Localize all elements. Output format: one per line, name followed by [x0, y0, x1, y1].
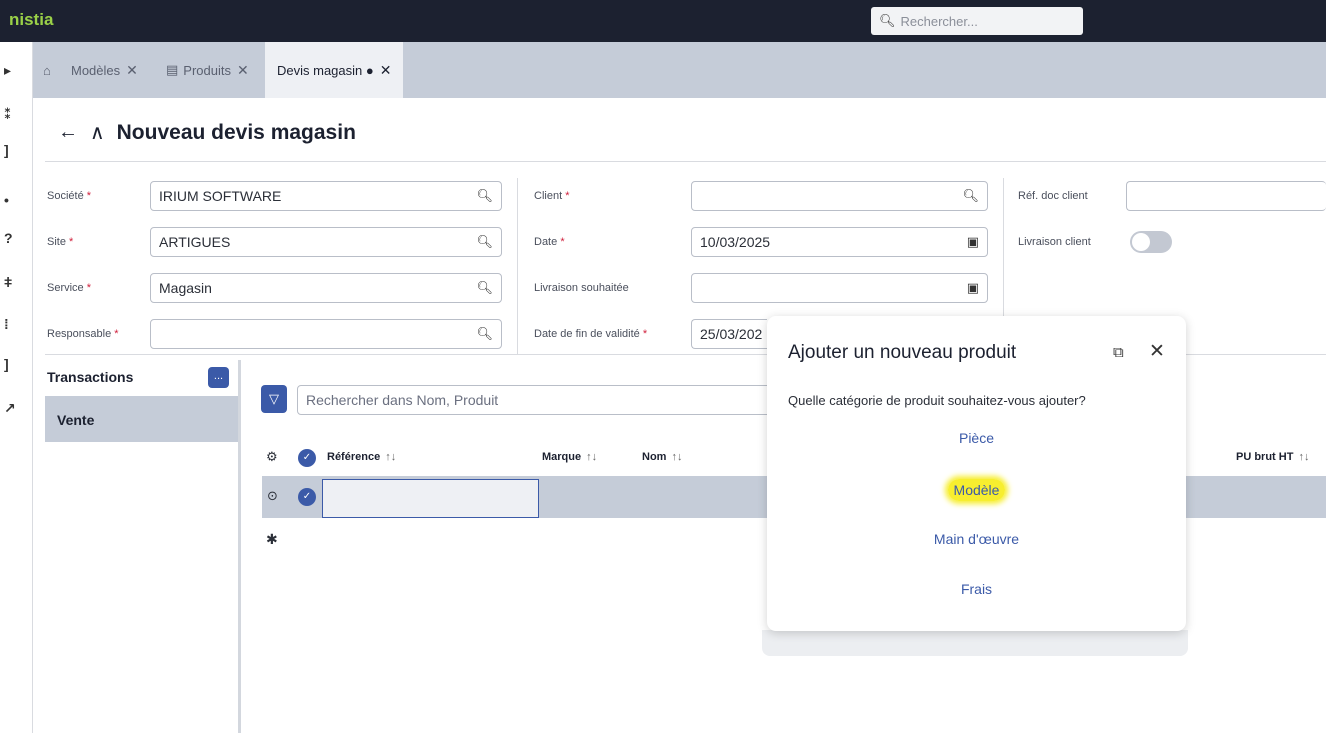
calendar-icon[interactable]: ▣ [967, 280, 979, 296]
site-label: Site * [47, 236, 74, 248]
search-icon[interactable]: 🔍︎ [476, 326, 493, 342]
column-header-marque[interactable]: Marque ↑↓ [542, 451, 597, 463]
search-icon: 🔍︎ [879, 13, 896, 28]
rail-pin-icon[interactable]: • [4, 192, 9, 208]
tab-devis-magasin-label: Devis magasin ● [277, 62, 374, 78]
app-brand[interactable]: nistia [9, 10, 53, 30]
ref-doc-client-label: Réf. doc client [1018, 190, 1088, 202]
date-label: Date * [534, 236, 565, 248]
site-value: ARTIGUES [159, 234, 231, 250]
restore-window-icon[interactable]: ⧉ [1113, 344, 1124, 361]
collapse-chevron-icon[interactable]: ∧ [90, 120, 105, 145]
option-frais[interactable]: Frais [767, 581, 1186, 597]
sort-icon: ↑↓ [586, 451, 598, 463]
dialog-title: Ajouter un nouveau produit [788, 342, 1017, 363]
tab-modeles-label: Modèles [71, 62, 121, 78]
back-arrow-icon[interactable]: ← [58, 121, 78, 144]
transaction-item-vente[interactable]: Vente [45, 396, 239, 442]
close-icon[interactable]: ✕ [126, 62, 138, 79]
livraison-client-toggle[interactable] [1130, 231, 1172, 253]
sort-icon: ↑↓ [385, 451, 397, 463]
client-label: Client * [534, 190, 570, 202]
societe-field[interactable]: IRIUM SOFTWARE 🔍︎ [150, 181, 502, 211]
societe-value: IRIUM SOFTWARE [159, 188, 282, 204]
page-header: ← ∧ Nouveau devis magasin [58, 120, 356, 145]
sort-icon: ↑↓ [671, 451, 683, 463]
ref-doc-client-field[interactable] [1126, 181, 1326, 211]
option-piece[interactable]: Pièce [767, 430, 1186, 446]
site-field[interactable]: ARTIGUES 🔍︎ [150, 227, 502, 257]
rail-stock-icon[interactable]: ǂ [4, 274, 12, 290]
rail-tools-icon[interactable]: ⁞ [4, 316, 9, 332]
service-field[interactable]: Magasin 🔍︎ [150, 273, 502, 303]
close-icon[interactable]: ✕ [237, 62, 249, 79]
row-checkbox[interactable]: ✓ [298, 488, 316, 506]
date-fin-validite-value: 25/03/202 [700, 326, 763, 342]
rail-users-icon[interactable]: ⁑ [4, 106, 11, 123]
reference-cell-editor[interactable] [322, 479, 539, 518]
dialog-question: Quelle catégorie de produit souhaitez-vo… [788, 393, 1086, 408]
panel-splitter[interactable] [238, 360, 241, 733]
column-header-nom[interactable]: Nom ↑↓ [642, 451, 682, 463]
archive-icon: ▤ [166, 62, 179, 77]
column-header-reference[interactable]: Référence ↑↓ [327, 451, 396, 463]
global-search[interactable]: 🔍︎ Rechercher... [871, 7, 1083, 35]
rail-expand-icon[interactable]: ▸ [4, 62, 11, 79]
livraison-souhaitee-field[interactable]: ▣ [691, 273, 988, 303]
transactions-title: Transactions [47, 369, 134, 385]
date-field[interactable]: 10/03/2025 ▣ [691, 227, 988, 257]
tab-produits[interactable]: ▤ Produits ✕ [166, 42, 249, 98]
service-label: Service * [47, 282, 92, 294]
search-icon[interactable]: 🔍︎ [962, 188, 979, 204]
societe-label: Société * [47, 190, 92, 202]
home-icon: ⌂ [43, 62, 51, 78]
column-header-pu-brut-ht[interactable]: PU brut HT ↑↓ [1236, 451, 1309, 463]
divider [45, 161, 1326, 162]
date-value: 10/03/2025 [700, 234, 771, 250]
column-divider [517, 178, 518, 354]
transactions-more-button[interactable]: ... [208, 367, 229, 388]
date-fin-validite-label: Date de fin de validité * [534, 328, 648, 340]
close-icon[interactable]: ✕ [380, 62, 392, 79]
tab-bar: ⌂ Modèles ✕ ▤ Produits ✕ Devis magasin ●… [33, 42, 1326, 98]
responsable-label: Responsable * [47, 328, 119, 340]
livraison-client-label: Livraison client [1018, 236, 1091, 248]
option-main-oeuvre[interactable]: Main d'œuvre [767, 531, 1186, 547]
calendar-icon[interactable]: ▣ [967, 234, 979, 250]
dialog-backdrop-shadow [762, 630, 1188, 656]
filter-button[interactable]: ▽ [261, 385, 287, 413]
row-expand-icon[interactable]: ⊙ [267, 488, 278, 504]
tab-home[interactable]: ⌂ [43, 42, 51, 98]
rail-help-icon[interactable]: ? [4, 230, 13, 246]
tab-devis-magasin[interactable]: Devis magasin ● ✕ [265, 42, 404, 98]
add-product-dialog: Ajouter un nouveau produit ⧉ ✕ Quelle ca… [767, 316, 1186, 631]
close-icon[interactable]: ✕ [1149, 340, 1165, 363]
tab-produits-label: Produits [183, 62, 231, 78]
rail-file-icon[interactable]: ] [4, 356, 9, 372]
grid-search-input[interactable]: Rechercher dans Nom, Produit [297, 385, 777, 415]
settings-gear-icon[interactable]: ⚙ [266, 449, 278, 465]
option-modele[interactable]: Modèle [767, 479, 1186, 501]
rail-export-icon[interactable]: ↗ [4, 400, 16, 417]
filter-icon: ▽ [269, 391, 279, 406]
top-bar: nistia 🔍︎ Rechercher... [0, 0, 1326, 42]
search-icon[interactable]: 🔍︎ [476, 280, 493, 296]
global-search-placeholder: Rechercher... [900, 13, 978, 29]
left-icon-rail: ▸ ⁑ ] • ? ǂ ⁞ ] ↗ [0, 42, 33, 733]
responsable-field[interactable]: 🔍︎ [150, 319, 502, 349]
select-all-checkbox[interactable]: ✓ [298, 449, 316, 467]
service-value: Magasin [159, 280, 212, 296]
date-fin-validite-field[interactable]: 25/03/202 [691, 319, 767, 349]
search-icon[interactable]: 🔍︎ [476, 188, 493, 204]
new-row-marker: ✱ [266, 531, 278, 547]
page-title: Nouveau devis magasin [116, 120, 356, 144]
livraison-souhaitee-label: Livraison souhaitée [534, 282, 629, 294]
tab-modeles[interactable]: Modèles ✕ [71, 42, 138, 98]
rail-document-icon[interactable]: ] [4, 142, 9, 158]
sort-icon: ↑↓ [1298, 451, 1310, 463]
client-field[interactable]: 🔍︎ [691, 181, 988, 211]
search-icon[interactable]: 🔍︎ [476, 234, 493, 250]
